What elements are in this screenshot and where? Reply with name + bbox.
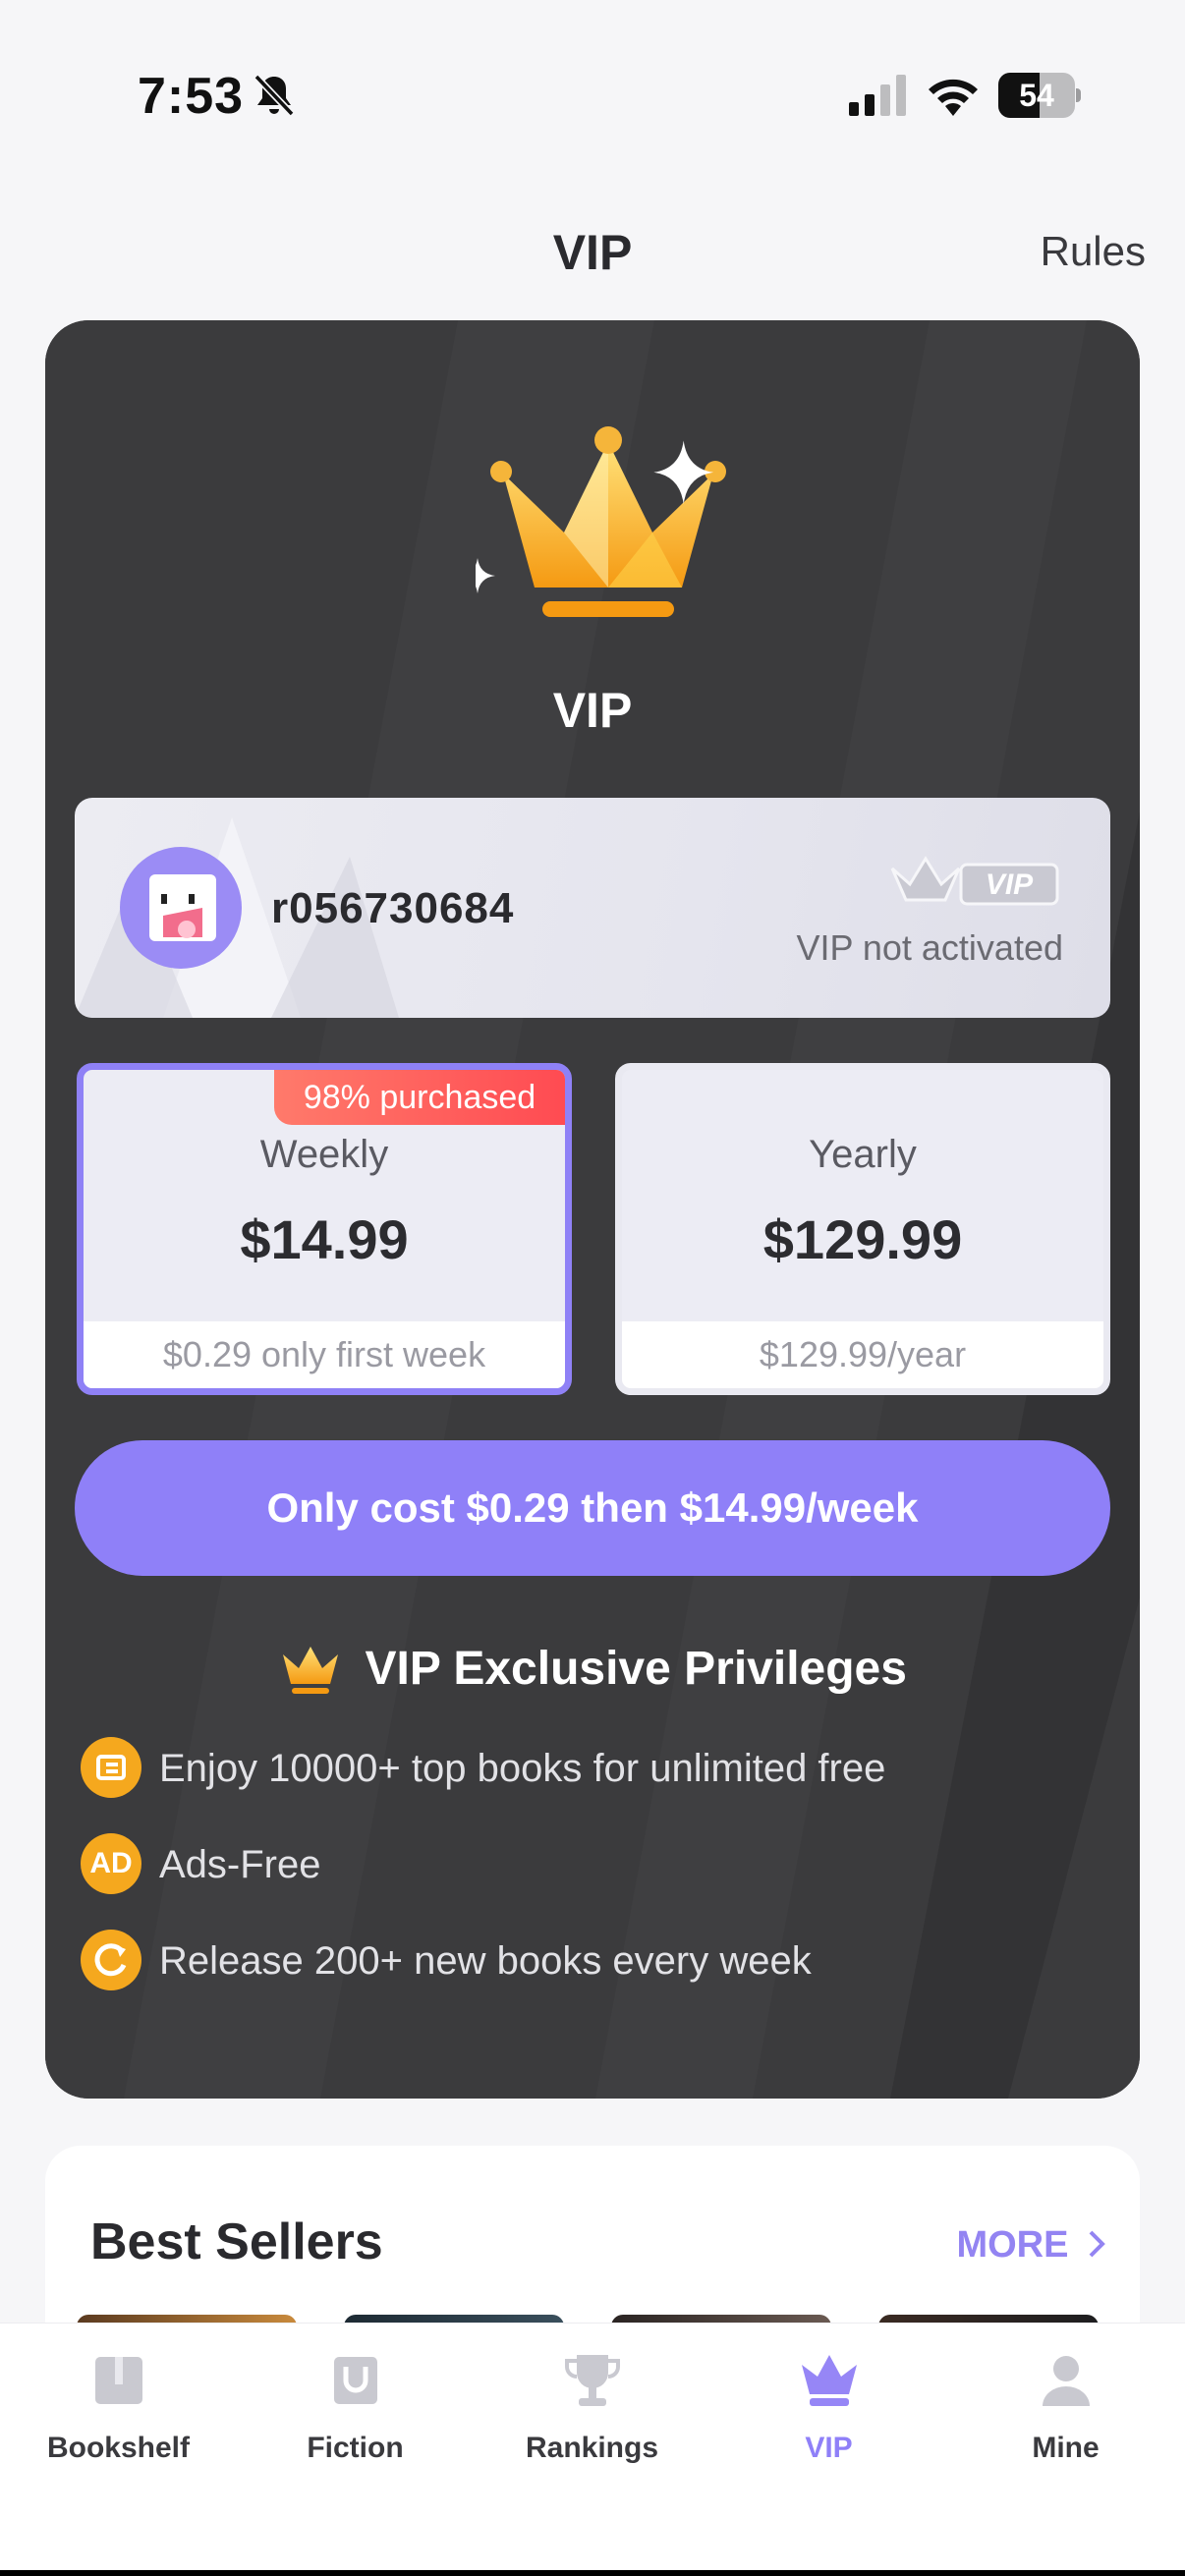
status-bar: 7:53 54 <box>0 0 1185 187</box>
books-icon <box>81 1737 141 1798</box>
vip-panel-title: VIP <box>552 683 633 738</box>
status-time: 7:53 <box>138 68 245 125</box>
bookshelf-icon <box>94 2357 142 2404</box>
tab-label: Bookshelf <box>46 2432 191 2464</box>
privilege-text: Enjoy 10000+ top books for unlimited fre… <box>159 1747 886 1790</box>
tab-bookshelf[interactable]: Bookshelf <box>0 2349 237 2496</box>
privileges-header: VIP Exclusive Privileges <box>45 1641 1140 1700</box>
plan-price: $129.99 <box>762 1208 963 1270</box>
user-card: r056730684 VIP VIP not activated <box>75 798 1110 1018</box>
more-label: MORE <box>956 2224 1069 2266</box>
plan-card-yearly[interactable]: Yearly $129.99 $129.99/year <box>615 1063 1110 1395</box>
privilege-text: Release 200+ new books every week <box>159 1939 812 1983</box>
plan-name: Weekly <box>259 1133 389 1176</box>
username: r056730684 <box>271 884 515 932</box>
cellular-signal-icon <box>849 75 906 116</box>
plan-price: $14.99 <box>240 1208 409 1270</box>
vip-panel: VIP r056730684 VIP VIP not activated 98%… <box>45 320 1140 2099</box>
plan-name: Yearly <box>809 1133 917 1176</box>
tab-label: Fiction <box>307 2432 404 2464</box>
battery-level: 54 <box>1019 78 1054 113</box>
person-icon <box>1042 2356 1090 2406</box>
rules-link[interactable]: Rules <box>1041 228 1146 275</box>
chevron-right-icon <box>1089 2230 1105 2258</box>
purchased-tag: 98% purchased <box>274 1070 565 1125</box>
plan-note: $0.29 only first week <box>84 1321 565 1388</box>
wifi-icon <box>929 79 978 116</box>
tab-bar: Bookshelf Fiction Rankings VIP Mine <box>0 2323 1185 2576</box>
bell-muted-icon <box>254 74 295 117</box>
subscribe-button[interactable]: Only cost $0.29 then $14.99/week <box>75 1440 1110 1576</box>
home-indicator <box>0 2570 1185 2576</box>
refresh-icon <box>81 1930 141 1990</box>
battery-icon: 54 <box>998 73 1081 118</box>
best-sellers-title: Best Sellers <box>90 2213 383 2270</box>
privilege-text: Ads-Free <box>159 1843 321 1886</box>
more-link[interactable]: MORE <box>956 2224 1106 2267</box>
trophy-icon <box>564 2355 620 2406</box>
crown-icon <box>283 1647 339 1694</box>
avatar[interactable] <box>120 847 242 969</box>
tab-label: VIP <box>805 2432 853 2464</box>
tab-rankings[interactable]: Rankings <box>474 2349 710 2496</box>
plan-card-weekly[interactable]: 98% purchased Weekly $14.99 $0.29 only f… <box>77 1063 572 1395</box>
vip-badge-text: VIP <box>986 868 1034 901</box>
plan-note: $129.99/year <box>622 1321 1103 1388</box>
vip-crown-icon <box>476 426 726 617</box>
privileges-title: VIP Exclusive Privileges <box>365 1642 907 1695</box>
tab-vip[interactable]: VIP <box>710 2349 947 2496</box>
vip-badge-icon: VIP <box>890 856 1059 906</box>
page-title: VIP <box>552 225 633 280</box>
vip-status: VIP not activated <box>796 927 1063 968</box>
tab-mine[interactable]: Mine <box>947 2349 1184 2496</box>
fiction-icon <box>333 2357 377 2404</box>
ad-icon: AD <box>81 1833 141 1894</box>
tab-label: Mine <box>1032 2432 1100 2464</box>
tab-label: Rankings <box>525 2432 659 2464</box>
crown-icon <box>801 2355 857 2406</box>
tab-fiction[interactable]: Fiction <box>237 2349 474 2496</box>
